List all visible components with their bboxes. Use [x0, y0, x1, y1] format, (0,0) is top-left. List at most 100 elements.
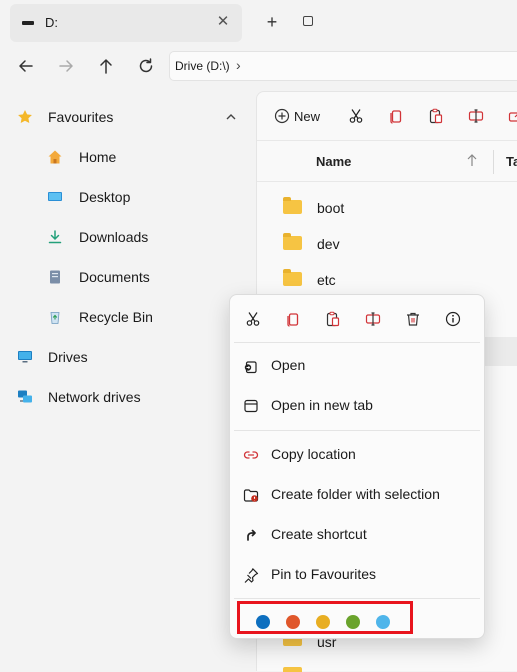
new-tab-button[interactable]: + — [262, 12, 282, 32]
menu-item-label: Create shortcut — [271, 526, 367, 542]
sidebar-item-label: Desktop — [79, 189, 130, 205]
column-divider[interactable] — [493, 150, 494, 174]
color-tags-highlight — [237, 601, 413, 634]
menu-item-pin-to-favourites[interactable]: Pin to Favourites — [230, 555, 484, 595]
menu-item-label: Open — [271, 357, 305, 373]
sort-ascending-icon[interactable] — [466, 153, 478, 172]
chevron-right-icon[interactable]: › — [236, 57, 241, 73]
arrow-right-icon — [57, 57, 75, 75]
documents-icon — [46, 268, 64, 286]
sidebar-item-label: Home — [79, 149, 116, 165]
paste-icon[interactable] — [424, 104, 448, 128]
file-row-dev[interactable]: dev — [257, 226, 517, 262]
folder-icon — [283, 272, 302, 286]
menu-separator — [234, 342, 480, 343]
sidebar-item-label: Drives — [48, 349, 88, 365]
menu-item-copy-location[interactable]: Copy location — [230, 435, 484, 475]
refresh-button[interactable] — [131, 51, 161, 81]
sidebar-item-label: Documents — [79, 269, 150, 285]
link-icon — [242, 446, 260, 464]
tab-title: D: — [45, 15, 58, 30]
monitor-icon — [16, 348, 34, 366]
refresh-icon — [137, 57, 155, 75]
home-icon — [46, 148, 64, 166]
forward-button[interactable] — [51, 51, 81, 81]
new-button-label[interactable]: New — [294, 109, 320, 124]
up-button[interactable] — [91, 51, 121, 81]
file-name: dev — [317, 236, 340, 252]
chevron-up-icon[interactable] — [222, 108, 240, 126]
menu-item-create-folder-with-selection[interactable]: Create folder with selection — [230, 475, 484, 515]
menu-item-label: Copy location — [271, 446, 356, 462]
menu-item-create-shortcut[interactable]: Create shortcut — [230, 515, 484, 555]
menu-item-open[interactable]: Open — [230, 346, 484, 386]
desktop-icon — [46, 188, 64, 206]
sidebar-item-documents[interactable]: Documents — [0, 257, 250, 297]
folder-icon — [283, 200, 302, 214]
cut-icon[interactable] — [344, 104, 368, 128]
arrow-up-icon — [97, 57, 115, 75]
network-icon — [16, 388, 34, 406]
copy-icon[interactable] — [281, 307, 305, 331]
pin-icon — [242, 566, 260, 584]
copy-icon[interactable] — [384, 104, 408, 128]
arrow-left-icon — [17, 57, 35, 75]
tag-color-light-blue[interactable] — [376, 615, 390, 629]
file-row-boot[interactable]: boot — [257, 190, 517, 226]
open-icon — [242, 357, 260, 375]
delete-icon[interactable] — [401, 307, 425, 331]
breadcrumb-drive-d[interactable]: Drive (D:\) — [175, 59, 230, 73]
column-header-type[interactable]: Ta — [506, 154, 517, 169]
sidebar-favourites[interactable]: Favourites — [0, 97, 250, 137]
header-divider — [257, 181, 517, 182]
file-row-etc[interactable]: etc — [257, 262, 517, 298]
shortcut-icon — [242, 526, 260, 544]
back-button[interactable] — [11, 51, 41, 81]
file-name: boot — [317, 200, 344, 216]
sidebar-item-label: Network drives — [48, 389, 141, 405]
star-icon — [16, 108, 34, 126]
menu-item-open-in-new-tab[interactable]: Open in new tab — [230, 386, 484, 426]
folder-icon — [283, 236, 302, 250]
close-tab-icon[interactable]: ✕ — [213, 12, 233, 32]
tag-color-blue[interactable] — [256, 615, 270, 629]
address-bar[interactable]: Drive (D:\) › — [169, 51, 517, 81]
sidebar-item-desktop[interactable]: Desktop — [0, 177, 250, 217]
cut-icon[interactable] — [241, 307, 265, 331]
sidebar-item-recycle-bin[interactable]: Recycle Bin — [0, 297, 250, 337]
share-icon[interactable] — [504, 104, 517, 128]
column-header-name[interactable]: Name — [316, 154, 351, 169]
info-icon[interactable] — [441, 307, 465, 331]
new-tab-icon — [242, 397, 260, 415]
download-icon — [46, 228, 64, 246]
tag-color-green[interactable] — [346, 615, 360, 629]
tag-color-yellow[interactable] — [316, 615, 330, 629]
folder-add-icon — [242, 486, 260, 504]
sidebar-item-label: Recycle Bin — [79, 309, 153, 325]
menu-item-label: Create folder with selection — [271, 486, 440, 502]
drive-icon — [22, 21, 34, 25]
tab-strip: D: ✕ + — [0, 0, 517, 46]
selected-row-highlight[interactable] — [485, 337, 517, 366]
file-name: etc — [317, 272, 336, 288]
sidebar-network-drives[interactable]: Network drives — [0, 377, 250, 417]
rename-icon[interactable] — [464, 104, 488, 128]
sidebar-item-label: Favourites — [48, 109, 113, 125]
menu-item-label: Open in new tab — [271, 397, 373, 413]
recycle-bin-icon — [46, 308, 64, 326]
toolbar-divider — [257, 140, 517, 141]
tag-color-orange[interactable] — [286, 615, 300, 629]
tab-drive-d[interactable]: D: ✕ — [10, 4, 242, 42]
paste-icon[interactable] — [321, 307, 345, 331]
rename-icon[interactable] — [361, 307, 385, 331]
menu-item-label: Pin to Favourites — [271, 566, 376, 582]
menu-separator — [234, 598, 480, 599]
sidebar-item-downloads[interactable]: Downloads — [0, 217, 250, 257]
context-menu: Open Open in new tab Copy location Creat… — [229, 294, 485, 639]
sidebar-item-home[interactable]: Home — [0, 137, 250, 177]
sidebar-item-label: Downloads — [79, 229, 148, 245]
sidebar-drives[interactable]: Drives — [0, 337, 250, 377]
folder-icon — [283, 667, 302, 672]
new-icon[interactable] — [270, 104, 294, 128]
tab-overview-icon[interactable] — [299, 12, 319, 32]
